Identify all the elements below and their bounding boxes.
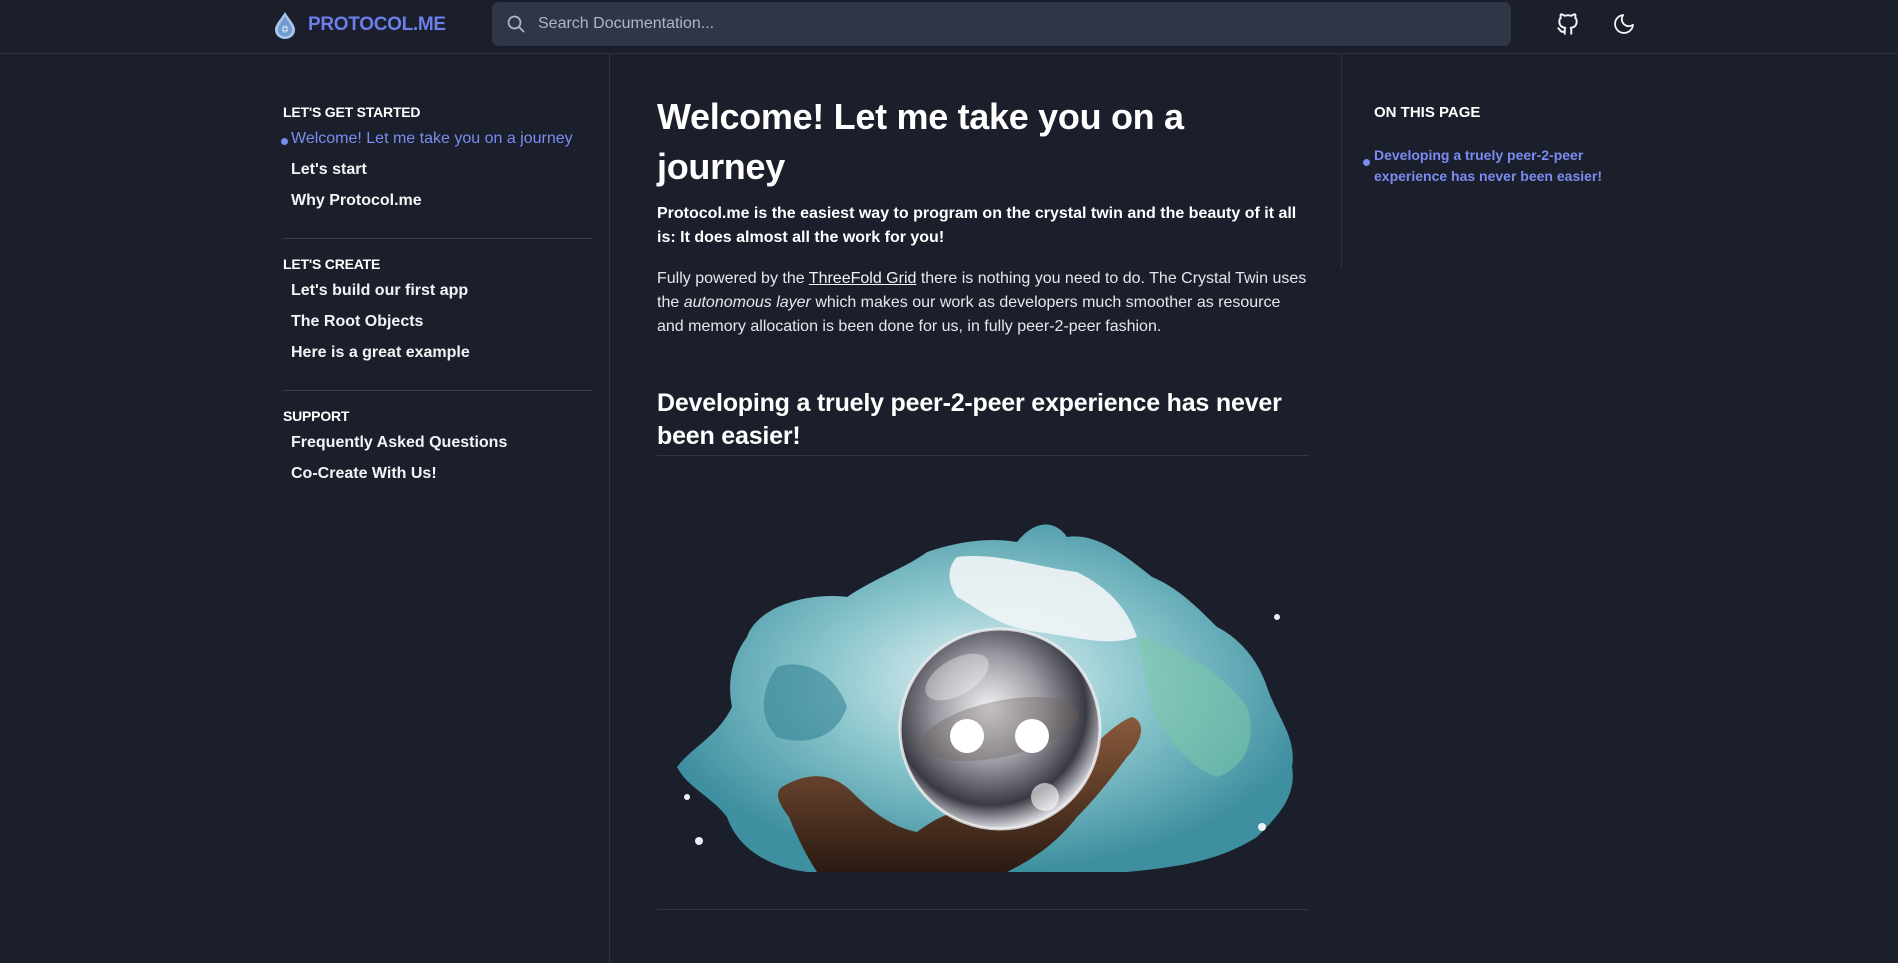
threefold-grid-link[interactable]: ThreeFold Grid — [809, 270, 917, 287]
sidebar-section-getting-started: LET'S GET STARTED Welcome! Let me take y… — [281, 104, 593, 210]
search-bar[interactable] — [492, 2, 1511, 46]
sidebar-item-first-app[interactable]: Let's build our first app — [283, 282, 593, 300]
logo-text: PROTOCOL.ME — [308, 14, 446, 35]
sidebar-section-support: SUPPORT Frequently Asked Questions Co-Cr… — [283, 408, 593, 483]
top-navigation-bar: PROTOCOL.ME — [0, 0, 1898, 54]
sidebar-divider — [283, 238, 593, 239]
sidebar-item-label: Welcome! Let me take you on a journey — [291, 130, 573, 147]
sidebar-section-title: LET'S GET STARTED — [283, 104, 421, 120]
sidebar-item-co-create[interactable]: Co-Create With Us! — [283, 465, 593, 483]
sidebar-section-title: SUPPORT — [283, 408, 350, 424]
moon-icon — [1614, 14, 1634, 34]
sidebar-section-lets-create: LET'S CREATE Let's build our first app T… — [283, 256, 593, 362]
sidebar-item-label: Why Protocol.me — [291, 192, 422, 209]
sidebar-section-title: LET'S CREATE — [283, 256, 381, 272]
paragraph-text: Fully powered by the — [657, 270, 809, 287]
lead-paragraph: Protocol.me is the easiest way to progra… — [657, 205, 1297, 246]
crystal-ball-hero-image — [657, 497, 1309, 917]
sidebar-item-label: Let's build our first app — [291, 282, 469, 299]
github-icon — [1557, 13, 1578, 35]
active-indicator-dot — [1363, 159, 1370, 166]
sidebar-item-root-objects[interactable]: The Root Objects — [283, 313, 593, 331]
search-icon — [507, 15, 525, 33]
sidebar-item-label: Here is a great example — [291, 344, 470, 361]
heading-divider — [657, 455, 1309, 456]
water-drop-logo-icon — [275, 12, 295, 39]
sidebar-item-label: Frequently Asked Questions — [291, 434, 508, 451]
sidebar-border — [609, 54, 610, 963]
sidebar-item-why-protocol[interactable]: Why Protocol.me — [283, 192, 593, 210]
sidebar-item-label: Let's start — [291, 161, 367, 178]
section-heading: Developing a truely peer-2-peer experien… — [657, 389, 1282, 450]
sidebar: LET'S GET STARTED Welcome! Let me take y… — [281, 54, 593, 963]
page-title: Welcome! Let me take you on a journey — [657, 96, 1184, 187]
sidebar-item-welcome[interactable]: Welcome! Let me take you on a journey — [281, 130, 593, 148]
site-logo[interactable]: PROTOCOL.ME — [272, 10, 446, 40]
sidebar-item-label: The Root Objects — [291, 313, 424, 330]
sidebar-divider — [283, 390, 593, 391]
toc-border — [1341, 54, 1342, 269]
github-button[interactable] — [1553, 9, 1583, 39]
active-indicator-dot — [281, 138, 288, 145]
toc-item-developing-p2p[interactable]: Developing a truely peer-2-peer experien… — [1374, 145, 1614, 187]
content-divider — [657, 909, 1309, 910]
toc-title: ON THIS PAGE — [1374, 104, 1481, 121]
sidebar-item-faq[interactable]: Frequently Asked Questions — [283, 434, 593, 452]
search-input[interactable] — [538, 15, 1438, 33]
theme-toggle-button[interactable] — [1609, 9, 1639, 39]
sidebar-item-lets-start[interactable]: Let's start — [283, 161, 593, 179]
sidebar-item-label: Co-Create With Us! — [291, 465, 437, 482]
intro-paragraph: Fully powered by the ThreeFold Grid ther… — [657, 267, 1309, 339]
sidebar-item-great-example[interactable]: Here is a great example — [283, 344, 593, 362]
emphasis-text: autonomous layer — [683, 294, 811, 311]
